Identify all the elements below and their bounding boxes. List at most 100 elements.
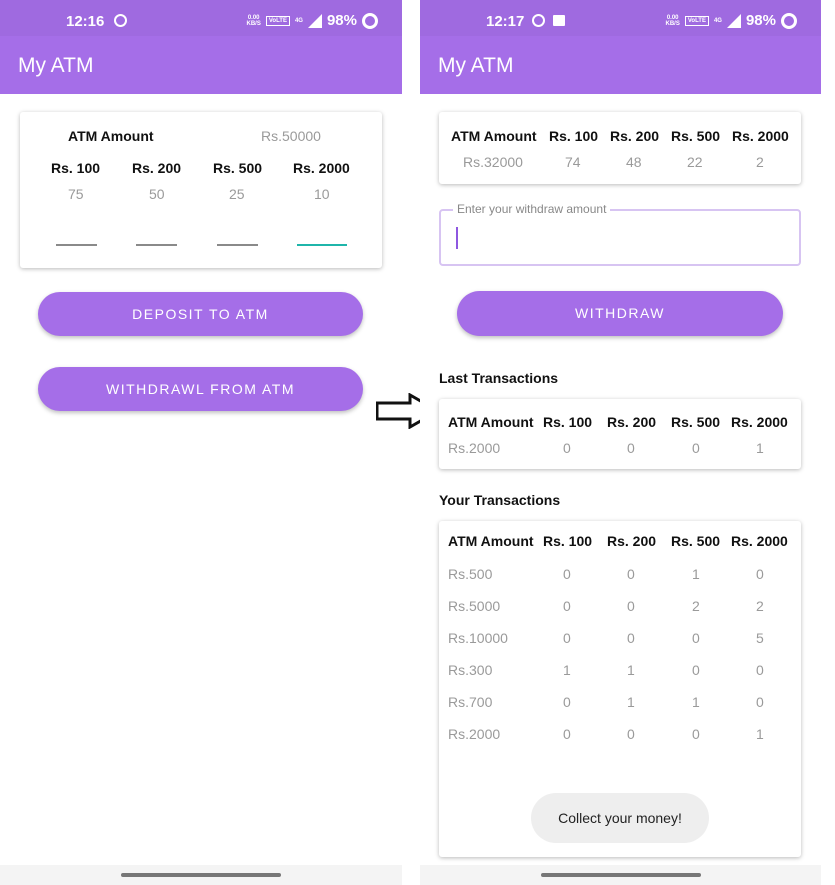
- cell-amount: Rs.500: [448, 566, 493, 582]
- cell-amount: Rs.2000: [448, 440, 501, 456]
- net-speed: 0.00 KB/S: [665, 14, 680, 27]
- atm-amount-value: Rs.50000: [261, 128, 321, 144]
- sync-icon: [114, 14, 127, 27]
- col-header-2000: Rs. 2000: [732, 128, 789, 144]
- col-header-2000: Rs. 2000: [731, 533, 788, 549]
- cell-100: 1: [563, 662, 571, 678]
- deposit-button[interactable]: DEPOSIT TO ATM: [38, 292, 363, 336]
- cell-200: 1: [627, 694, 635, 710]
- denom-100-input[interactable]: [56, 244, 97, 246]
- your-transactions-card: ATM Amount Rs. 100 Rs. 200 Rs. 500 Rs. 2…: [439, 521, 801, 857]
- denom-200-input[interactable]: [136, 244, 177, 246]
- denom-500-input[interactable]: [217, 244, 258, 246]
- cell-200: 0: [627, 598, 635, 614]
- denom-200-count: 50: [149, 186, 165, 202]
- col-header-100: Rs. 100: [543, 414, 593, 430]
- cell-100: 0: [563, 566, 571, 582]
- cell-2000: 5: [756, 630, 764, 646]
- app-bar: My ATM: [420, 36, 821, 94]
- cell-200: 0: [627, 440, 635, 456]
- status-bar: 12:16 0.00 KB/S VoLTE 4G 98%: [0, 0, 402, 36]
- network-type: 4G: [713, 17, 722, 24]
- col-header-amount: ATM Amount: [448, 533, 534, 549]
- cell-2000: 0: [756, 566, 764, 582]
- withdraw-from-atm-button[interactable]: WITHDRAWL FROM ATM: [38, 367, 363, 411]
- col-header-500: Rs. 500: [671, 128, 721, 144]
- cell-2000: 1: [756, 440, 764, 456]
- cell-2000: 2: [756, 154, 764, 170]
- signal-icon: [726, 13, 741, 28]
- cell-2000: 0: [756, 662, 764, 678]
- cell-2000: 1: [756, 726, 764, 742]
- cell-500: 0: [692, 630, 700, 646]
- home-handle[interactable]: [121, 873, 281, 877]
- withdraw-amount-label: Enter your withdraw amount: [453, 202, 611, 216]
- cell-500: 1: [692, 694, 700, 710]
- status-time: 12:17: [486, 13, 525, 30]
- denom-2000-label: Rs. 2000: [293, 160, 350, 176]
- battery-icon: [781, 12, 797, 29]
- battery-percent: 98%: [745, 12, 776, 29]
- cell-200: 0: [627, 630, 635, 646]
- cell-100: 0: [563, 726, 571, 742]
- cell-200: 1: [627, 662, 635, 678]
- col-header-amount: ATM Amount: [451, 128, 537, 144]
- col-header-amount: ATM Amount: [448, 414, 534, 430]
- last-transaction-card: ATM Amount Rs. 100 Rs. 200 Rs. 500 Rs. 2…: [439, 399, 801, 469]
- col-header-500: Rs. 500: [671, 414, 721, 430]
- home-handle[interactable]: [540, 873, 701, 877]
- cell-500: 2: [692, 598, 700, 614]
- cell-500: 22: [687, 154, 703, 170]
- app-title: My ATM: [18, 54, 94, 77]
- atm-amount-label: ATM Amount: [68, 128, 154, 144]
- cell-500: 0: [692, 726, 700, 742]
- atm-balance-card: ATM Amount Rs. 100 Rs. 200 Rs. 500 Rs. 2…: [439, 112, 801, 184]
- col-header-200: Rs. 200: [607, 533, 657, 549]
- cell-amount: Rs.5000: [448, 598, 501, 614]
- battery-icon: [362, 12, 378, 29]
- volte-icon: VoLTE: [684, 15, 709, 26]
- cell-2000: 0: [756, 694, 764, 710]
- col-header-100: Rs. 100: [549, 128, 599, 144]
- cell-500: 1: [692, 566, 700, 582]
- left-screen: 12:16 0.00 KB/S VoLTE 4G 98% My ATM ATM A…: [0, 0, 402, 885]
- denom-500-label: Rs. 500: [213, 160, 263, 176]
- denom-2000-count: 10: [314, 186, 330, 202]
- status-bar: 12:17 0.00 KB/S VoLTE 4G 98%: [420, 0, 821, 36]
- cell-200: 0: [627, 566, 635, 582]
- app-title: My ATM: [438, 54, 514, 77]
- cell-100: 0: [563, 630, 571, 646]
- your-transactions-title: Your Transactions: [439, 492, 561, 508]
- cell-200: 48: [626, 154, 642, 170]
- last-transaction-table: ATM Amount Rs. 100 Rs. 200 Rs. 500 Rs. 2…: [439, 399, 801, 469]
- status-icons: 0.00 KB/S VoLTE 4G 98%: [665, 12, 797, 29]
- text-caret: [456, 227, 458, 249]
- volte-icon: VoLTE: [265, 15, 290, 26]
- cell-amount: Rs.32000: [463, 154, 523, 170]
- withdraw-button[interactable]: WITHDRAW: [457, 291, 783, 336]
- cell-amount: Rs.700: [448, 694, 493, 710]
- cell-100: 0: [563, 598, 571, 614]
- nav-bar: [420, 865, 821, 885]
- network-type: 4G: [294, 17, 303, 24]
- status-icons: 0.00 KB/S VoLTE 4G 98%: [247, 12, 378, 29]
- denom-100-label: Rs. 100: [51, 160, 101, 176]
- denom-100-count: 75: [68, 186, 84, 202]
- toast-message: Collect your money!: [531, 793, 709, 843]
- cell-100: 0: [563, 440, 571, 456]
- right-screen: 12:17 0.00 KB/S VoLTE 4G 98% My ATM ATM A…: [420, 0, 821, 885]
- withdraw-amount-field[interactable]: Enter your withdraw amount: [439, 202, 801, 266]
- col-header-2000: Rs. 2000: [731, 414, 788, 430]
- cell-500: 0: [692, 662, 700, 678]
- cell-100: 74: [565, 154, 581, 170]
- col-header-500: Rs. 500: [671, 533, 721, 549]
- nav-bar: [0, 865, 402, 885]
- cell-amount: Rs.300: [448, 662, 493, 678]
- atm-balance-card: ATM Amount Rs.50000 Rs. 100 Rs. 200 Rs. …: [20, 112, 382, 268]
- cell-amount: Rs.10000: [448, 630, 508, 646]
- image-icon: [553, 15, 565, 26]
- denom-2000-input[interactable]: [297, 244, 347, 246]
- cell-100: 0: [563, 694, 571, 710]
- battery-percent: 98%: [326, 12, 357, 29]
- app-bar: My ATM: [0, 36, 402, 94]
